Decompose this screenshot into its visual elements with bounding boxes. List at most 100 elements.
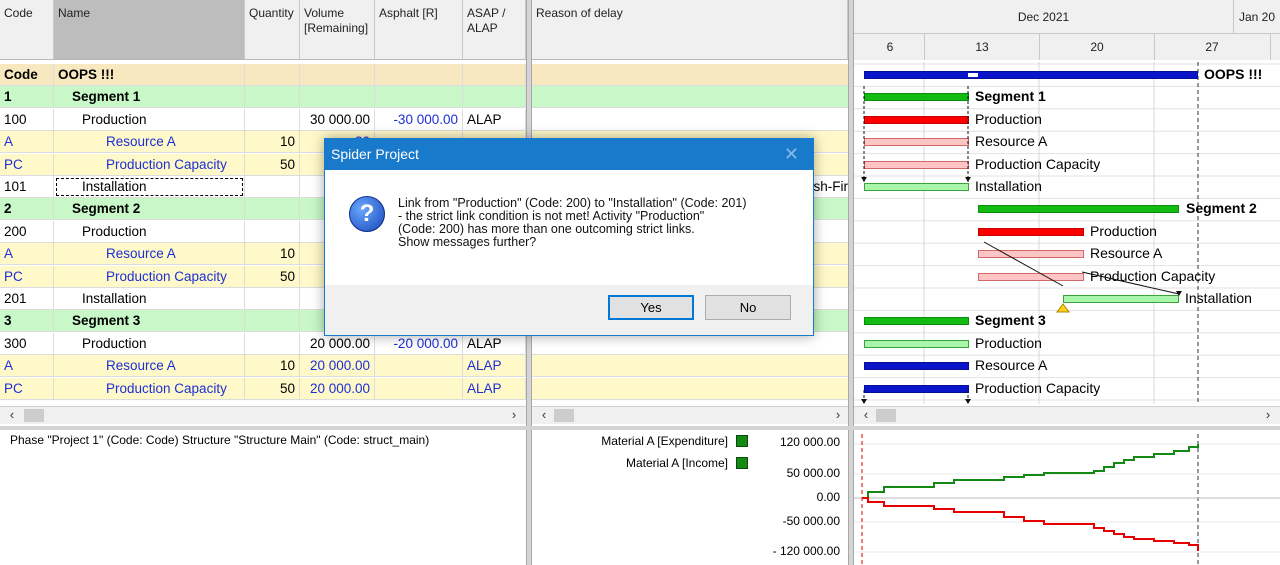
cell-name[interactable]: Production [54, 108, 245, 131]
cell-name[interactable]: Segment 1 [54, 86, 245, 109]
cell-code[interactable]: 3 [0, 310, 54, 333]
cell-code[interactable]: 100 [0, 108, 54, 131]
cell-qty[interactable]: 50 [245, 265, 300, 288]
table-row[interactable]: Code OOPS !!! [0, 64, 526, 86]
scroll-thumb[interactable] [876, 409, 896, 422]
col-header-asap[interactable]: ASAP / ALAP [463, 0, 526, 60]
delay-row[interactable] [532, 86, 848, 109]
scroll-left-icon[interactable]: ‹ [536, 407, 552, 424]
delay-row[interactable] [532, 355, 848, 378]
cell-vol[interactable]: 20 000.00 [300, 377, 375, 400]
cell-vol[interactable]: 30 000.00 [300, 108, 375, 131]
cell-name[interactable]: Segment 2 [54, 198, 245, 221]
cell-code[interactable]: A [0, 243, 54, 266]
cell-code[interactable]: 201 [0, 288, 54, 310]
delay-row[interactable] [532, 64, 848, 86]
cell-asap[interactable] [463, 86, 526, 109]
cell-name[interactable]: Resource A [54, 355, 245, 378]
cell-qty[interactable] [245, 220, 300, 243]
cell-qty[interactable]: 10 [245, 243, 300, 266]
cell-qty[interactable] [245, 176, 300, 198]
cell-asp[interactable]: -20 000.00 [375, 332, 463, 355]
cell-code[interactable]: PC [0, 377, 54, 400]
scroll-thumb[interactable] [554, 409, 574, 422]
cell-name[interactable]: OOPS !!! [54, 64, 245, 86]
cell-name[interactable]: Installation [54, 176, 245, 198]
cell-qty[interactable]: 10 [245, 355, 300, 378]
gantt-hscrollbar[interactable]: ‹ › [854, 406, 1280, 424]
gantt-tick [1039, 34, 1040, 60]
cell-code[interactable]: Code [0, 64, 54, 86]
scroll-thumb[interactable] [24, 409, 44, 422]
cell-vol[interactable] [300, 86, 375, 109]
col-header-code[interactable]: Code [0, 0, 54, 60]
cell-code[interactable]: 101 [0, 176, 54, 198]
cell-name[interactable]: Segment 3 [54, 310, 245, 333]
cell-vol[interactable] [300, 64, 375, 86]
scroll-left-icon[interactable]: ‹ [858, 407, 874, 424]
cell-asap[interactable]: ALAP [463, 108, 526, 131]
table-row[interactable]: 300 Production 20 000.00 -20 000.00 ALAP [0, 332, 526, 355]
table-hscrollbar[interactable]: ‹ › [0, 406, 526, 424]
cell-code[interactable]: 1 [0, 86, 54, 109]
delay-hscrollbar[interactable]: ‹ › [532, 406, 848, 424]
cell-qty[interactable] [245, 108, 300, 131]
cell-code[interactable]: PC [0, 265, 54, 288]
table-row[interactable]: PC Production Capacity 50 20 000.00 ALAP [0, 377, 526, 400]
scroll-left-icon[interactable]: ‹ [4, 407, 20, 424]
cell-qty[interactable] [245, 64, 300, 86]
cell-asp[interactable]: -30 000.00 [375, 108, 463, 131]
cell-qty[interactable]: 10 [245, 131, 300, 154]
cell-asap[interactable] [463, 64, 526, 86]
cell-qty[interactable]: 50 [245, 153, 300, 176]
cell-vol[interactable]: 20 000.00 [300, 355, 375, 378]
question-icon: ? [349, 196, 385, 232]
cell-name[interactable]: Resource A [54, 243, 245, 266]
cell-vol[interactable]: 20 000.00 [300, 332, 375, 355]
cell-name[interactable]: Production Capacity [54, 265, 245, 288]
cell-code[interactable]: A [0, 355, 54, 378]
scroll-right-icon[interactable]: › [830, 407, 846, 424]
cell-name[interactable]: Production [54, 332, 245, 355]
delay-row[interactable] [532, 108, 848, 131]
cell-name[interactable]: Production Capacity [54, 377, 245, 400]
col-header-volume[interactable]: Volume [Remaining] [300, 0, 375, 60]
cell-name[interactable]: Resource A [54, 131, 245, 154]
cell-qty[interactable] [245, 288, 300, 310]
cell-qty[interactable]: 50 [245, 377, 300, 400]
cell-asap[interactable]: ALAP [463, 355, 526, 378]
gantt-links [861, 86, 1182, 404]
cell-asap[interactable]: ALAP [463, 377, 526, 400]
cell-code[interactable]: 300 [0, 332, 54, 355]
delay-row[interactable] [532, 332, 848, 355]
cell-asp[interactable] [375, 377, 463, 400]
table-row[interactable]: 100 Production 30 000.00 -30 000.00 ALAP [0, 108, 526, 131]
table-row[interactable]: 1 Segment 1 [0, 86, 526, 109]
cell-code[interactable]: 200 [0, 220, 54, 243]
col-header-quantity[interactable]: Quantity [245, 0, 300, 60]
col-header-asphalt[interactable]: Asphalt [R] [375, 0, 463, 60]
col-header-reason[interactable]: Reason of delay [532, 0, 848, 60]
cell-asp[interactable] [375, 64, 463, 86]
cell-qty[interactable] [245, 198, 300, 221]
cell-asp[interactable] [375, 86, 463, 109]
no-button[interactable]: No [705, 295, 791, 320]
cell-asap[interactable]: ALAP [463, 332, 526, 355]
col-header-name[interactable]: Name [54, 0, 245, 60]
cell-code[interactable]: 2 [0, 198, 54, 221]
cell-name[interactable]: Production Capacity [54, 153, 245, 176]
cell-code[interactable]: PC [0, 153, 54, 176]
scroll-right-icon[interactable]: › [1260, 407, 1276, 424]
yes-button[interactable]: Yes [608, 295, 694, 320]
cell-asp[interactable] [375, 355, 463, 378]
cell-qty[interactable] [245, 86, 300, 109]
cell-name[interactable]: Production [54, 220, 245, 243]
table-row[interactable]: A Resource A 10 20 000.00 ALAP [0, 355, 526, 378]
scroll-right-icon[interactable]: › [506, 407, 522, 424]
delay-row[interactable] [532, 377, 848, 400]
cell-code[interactable]: A [0, 131, 54, 154]
cell-name[interactable]: Installation [54, 288, 245, 310]
cell-qty[interactable] [245, 332, 300, 355]
close-icon[interactable]: ✕ [784, 139, 799, 170]
cell-qty[interactable] [245, 310, 300, 333]
